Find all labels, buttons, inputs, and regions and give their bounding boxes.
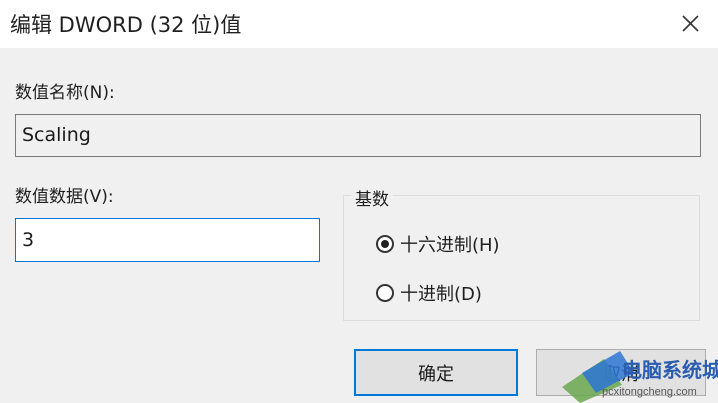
radio-decimal-label: 十进制(D) xyxy=(400,284,482,305)
radio-unselected-icon[interactable] xyxy=(376,284,394,302)
dialog-title: 编辑 DWORD (32 位)值 xyxy=(10,13,242,37)
value-data-input[interactable]: 3 xyxy=(15,218,320,262)
base-group-label: 基数 xyxy=(351,185,393,210)
title-bar: 编辑 DWORD (32 位)值 xyxy=(0,0,718,48)
value-name-label: 数值名称(N): xyxy=(15,83,115,103)
watermark-logo: 电脑系统城 pcxitongcheng.com xyxy=(562,351,718,403)
value-name-field[interactable]: Scaling xyxy=(15,114,701,157)
watermark-url: pcxitongcheng.com xyxy=(602,386,697,398)
ok-button[interactable]: 确定 xyxy=(354,349,518,396)
value-name-text: Scaling xyxy=(22,124,91,146)
radio-selected-icon[interactable] xyxy=(376,235,394,253)
radio-decimal[interactable]: 十进制(D) xyxy=(376,280,482,306)
watermark-text: 电脑系统城 xyxy=(622,358,718,382)
value-data-text: 3 xyxy=(22,228,35,251)
value-data-label: 数值数据(V): xyxy=(15,187,114,207)
close-icon[interactable] xyxy=(672,6,708,40)
radio-hex[interactable]: 十六进制(H) xyxy=(376,231,500,257)
radio-hex-label: 十六进制(H) xyxy=(400,235,500,256)
